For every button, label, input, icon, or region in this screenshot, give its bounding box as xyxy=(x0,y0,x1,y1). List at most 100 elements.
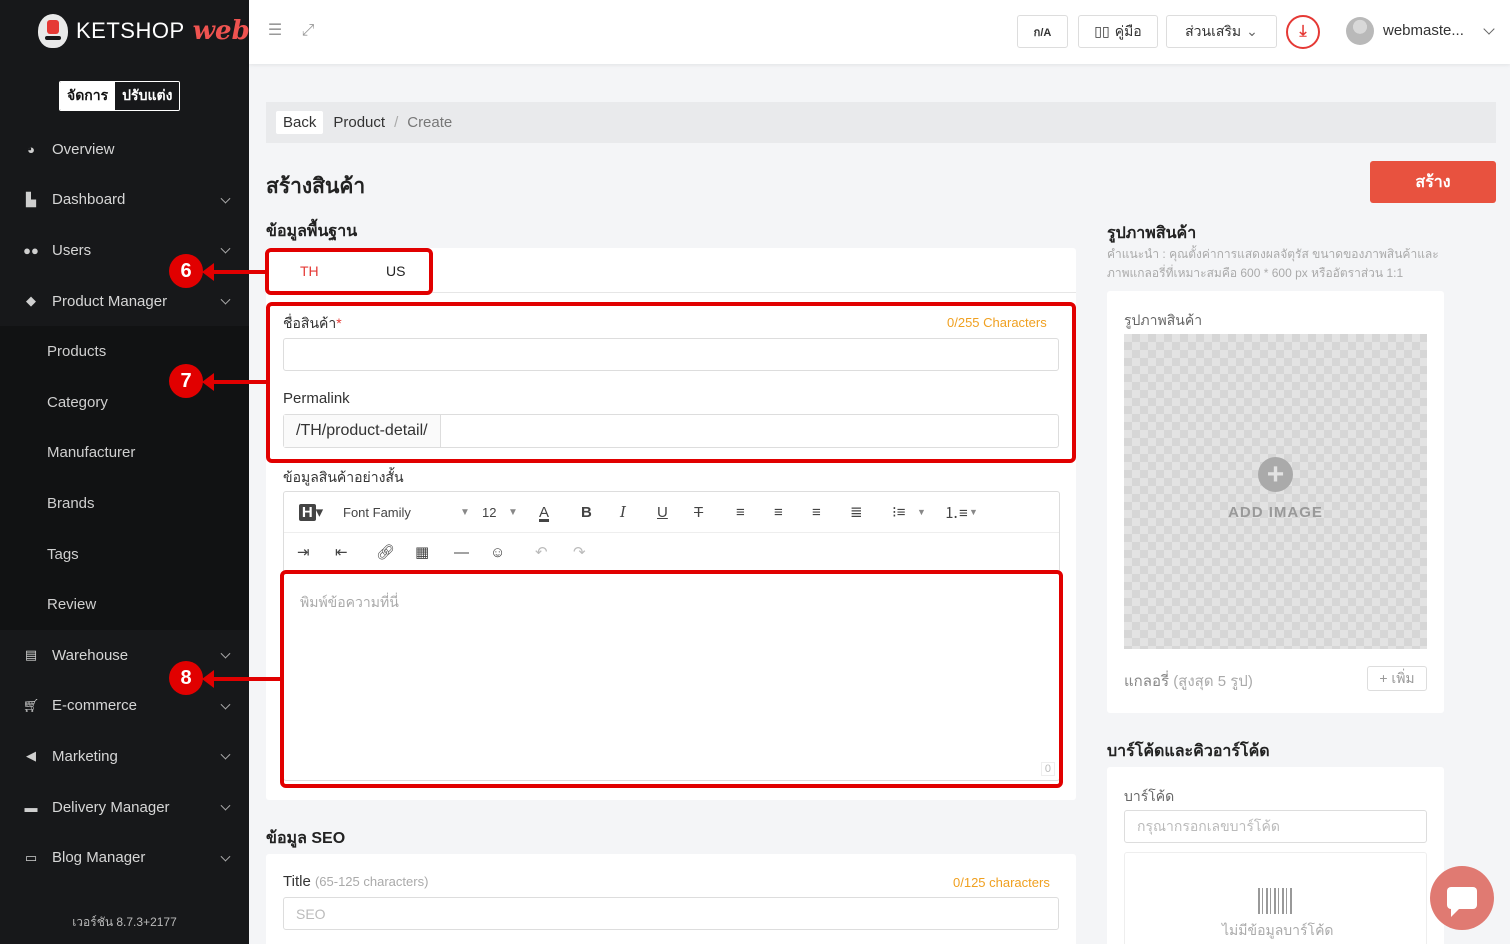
user-name[interactable]: webmaste... xyxy=(1383,22,1464,39)
sidebar-item-label: Product Manager xyxy=(52,292,168,310)
chevron-down-icon[interactable]: ▼ xyxy=(917,507,926,517)
sidebar-item-ecommerce[interactable]: 🛒︎ E-commerce xyxy=(0,681,249,732)
bold-icon[interactable]: B xyxy=(581,504,592,521)
chevron-down-icon xyxy=(220,699,231,710)
sidebar-item-label: E-commerce xyxy=(52,697,138,715)
mode-customize-button[interactable]: ปรับแต่ง xyxy=(115,82,180,110)
product-subnav: Products Category Manufacturer Brands Ta… xyxy=(0,326,249,630)
seo-title-label: Title (65-125 characters) xyxy=(283,873,428,890)
underline-icon[interactable]: U xyxy=(657,504,668,521)
sidebar-subitem-manufacturer[interactable]: Manufacturer xyxy=(0,428,249,479)
breadcrumb-product-link[interactable]: Product xyxy=(333,114,385,131)
newspaper-icon: ▭ xyxy=(24,849,38,865)
short-description-label: ข้อมูลสินค้าอย่างสั้น xyxy=(283,469,404,485)
gallery-label: แกลอรี่ (สูงสุด 5 รูป) xyxy=(1124,669,1253,693)
italic-icon[interactable]: I xyxy=(620,503,626,521)
chevron-down-icon xyxy=(220,193,231,204)
seo-title: ข้อมูล SEO xyxy=(266,830,346,847)
add-image-label: ADD IMAGE xyxy=(1228,504,1323,521)
sidebar-subitem-brands[interactable]: Brands xyxy=(0,478,249,529)
breadcrumb-current: Create xyxy=(407,114,453,131)
barcode-placeholder: กรุณากรอกเลขบาร์โค้ด xyxy=(1137,817,1280,834)
chevron-down-icon xyxy=(220,244,231,255)
chevron-down-icon xyxy=(220,750,231,760)
sidebar-item-dashboard[interactable]: ▙ Dashboard xyxy=(0,175,249,226)
warehouse-icon: ▤ xyxy=(24,647,38,663)
heading-icon[interactable]: H ▾ xyxy=(296,503,326,521)
breadcrumb-separator: / xyxy=(394,114,399,131)
user-chevron-down-icon[interactable] xyxy=(1483,23,1495,35)
bullet-list-icon[interactable]: ⁝≡ xyxy=(892,503,906,521)
chevron-down-icon: ⌄ xyxy=(1246,23,1258,39)
align-right-icon[interactable]: ≡ xyxy=(812,504,821,521)
addons-button[interactable]: ส่วนเสริม ⌄ xyxy=(1166,15,1277,48)
gallery-label-text: แกลอรี่ xyxy=(1124,673,1170,690)
sidebar-subitem-tags[interactable]: Tags xyxy=(0,529,249,580)
manual-button[interactable]: ▯▯ คู่มือ xyxy=(1078,15,1158,48)
language-button[interactable]: ก/A xyxy=(1017,15,1068,48)
chevron-down-icon xyxy=(220,294,231,305)
align-justify-icon[interactable]: ≣ xyxy=(850,503,863,521)
align-center-icon[interactable]: ≡ xyxy=(774,504,783,521)
bar-chart-icon: ▙ xyxy=(26,191,36,207)
seo-title-input[interactable]: SEO xyxy=(283,897,1059,930)
logo-mark-icon xyxy=(38,14,68,48)
addons-label: ส่วนเสริม xyxy=(1185,22,1242,39)
redo-icon[interactable]: ↷ xyxy=(573,543,586,561)
seo-title-label-text: Title xyxy=(283,873,311,890)
seo-title-placeholder: SEO xyxy=(296,905,326,922)
sidebar-item-product-manager[interactable]: ◆ Product Manager xyxy=(0,276,249,327)
image-dropzone[interactable]: + ADD IMAGE xyxy=(1124,334,1427,649)
indent-icon[interactable]: ⇥ xyxy=(297,543,310,561)
collapse-sidebar-icon[interactable]: ☰ xyxy=(266,22,284,40)
emoji-icon[interactable]: ☺ xyxy=(490,544,505,561)
sidebar-subitem-products[interactable]: Products xyxy=(0,326,249,377)
topbar: ☰ ⤢ ก/A ▯▯ คู่มือ ส่วนเสริม ⌄ ⤓ webmaste… xyxy=(249,0,1510,64)
font-size-select[interactable]: 12 xyxy=(482,505,496,520)
link-icon[interactable]: 🔗︎ xyxy=(376,543,395,561)
breadcrumb: Back Product / Create xyxy=(266,102,1496,143)
book-icon: ▯▯ xyxy=(1094,23,1110,39)
download-icon[interactable]: ⤓ xyxy=(1286,15,1320,49)
brand-suffix: web xyxy=(192,16,250,46)
mode-toggle: จัดการ ปรับแต่ง xyxy=(59,81,181,111)
annotation-badge-8: 8 xyxy=(169,661,203,695)
editor-toolbar-row1: H ▾ Font Family ▼ 12 ▼ A B I U T ≡ ≡ ≡ ≣ … xyxy=(284,492,1059,532)
pie-chart-icon: ◕ xyxy=(27,141,35,157)
annotation-box-7 xyxy=(266,302,1076,463)
product-image-title: รูปภาพสินค้า xyxy=(1107,225,1197,242)
gallery-add-button[interactable]: + เพิ่ม xyxy=(1367,666,1427,691)
barcode-empty-text: ไม่มีข้อมูลบาร์โค้ด xyxy=(1222,922,1334,938)
align-left-icon[interactable]: ≡ xyxy=(736,504,745,521)
sidebar-item-marketing[interactable]: ◀ Marketing xyxy=(0,731,249,782)
sidebar-subitem-review[interactable]: Review xyxy=(0,579,249,630)
tags-icon: ◆ xyxy=(26,293,36,309)
barcode-input[interactable]: กรุณากรอกเลขบาร์โค้ด xyxy=(1124,810,1427,843)
annotation-badge-6: 6 xyxy=(169,254,203,288)
cart-icon: 🛒︎ xyxy=(22,697,40,713)
brand-logo[interactable]: KETSHOP web xyxy=(38,14,250,48)
sidebar-item-blog-manager[interactable]: ▭ Blog Manager xyxy=(0,832,249,883)
fullscreen-icon[interactable]: ⤢ xyxy=(299,22,317,40)
product-image-label: รูปภาพสินค้า xyxy=(1124,312,1203,328)
avatar[interactable] xyxy=(1346,17,1374,45)
chevron-down-icon xyxy=(220,648,231,659)
chevron-down-icon[interactable]: ▼ xyxy=(508,507,518,518)
undo-icon[interactable]: ↶ xyxy=(535,543,548,561)
table-icon[interactable]: ▦ xyxy=(415,543,429,561)
strikethrough-icon[interactable]: T xyxy=(694,504,703,521)
mode-manage-button[interactable]: จัดการ xyxy=(60,82,116,110)
create-button[interactable]: สร้าง xyxy=(1370,161,1496,203)
chevron-down-icon[interactable]: ▼ xyxy=(460,507,470,518)
sidebar-item-overview[interactable]: ◕ Overview xyxy=(0,124,249,175)
horizontal-rule-icon[interactable]: — xyxy=(454,544,469,561)
app-version: เวอร์ชัน 8.7.3+2177 xyxy=(72,915,177,929)
chat-button[interactable] xyxy=(1430,866,1494,930)
outdent-icon[interactable]: ⇤ xyxy=(335,543,348,561)
breadcrumb-back-button[interactable]: Back xyxy=(276,111,324,134)
font-color-icon[interactable]: A xyxy=(539,504,549,521)
sidebar-item-delivery-manager[interactable]: ▬ Delivery Manager xyxy=(0,782,249,833)
numbered-list-icon[interactable]: ⒈≡ xyxy=(944,502,968,523)
font-family-select[interactable]: Font Family xyxy=(343,505,411,520)
chevron-down-icon[interactable]: ▼ xyxy=(969,507,978,517)
